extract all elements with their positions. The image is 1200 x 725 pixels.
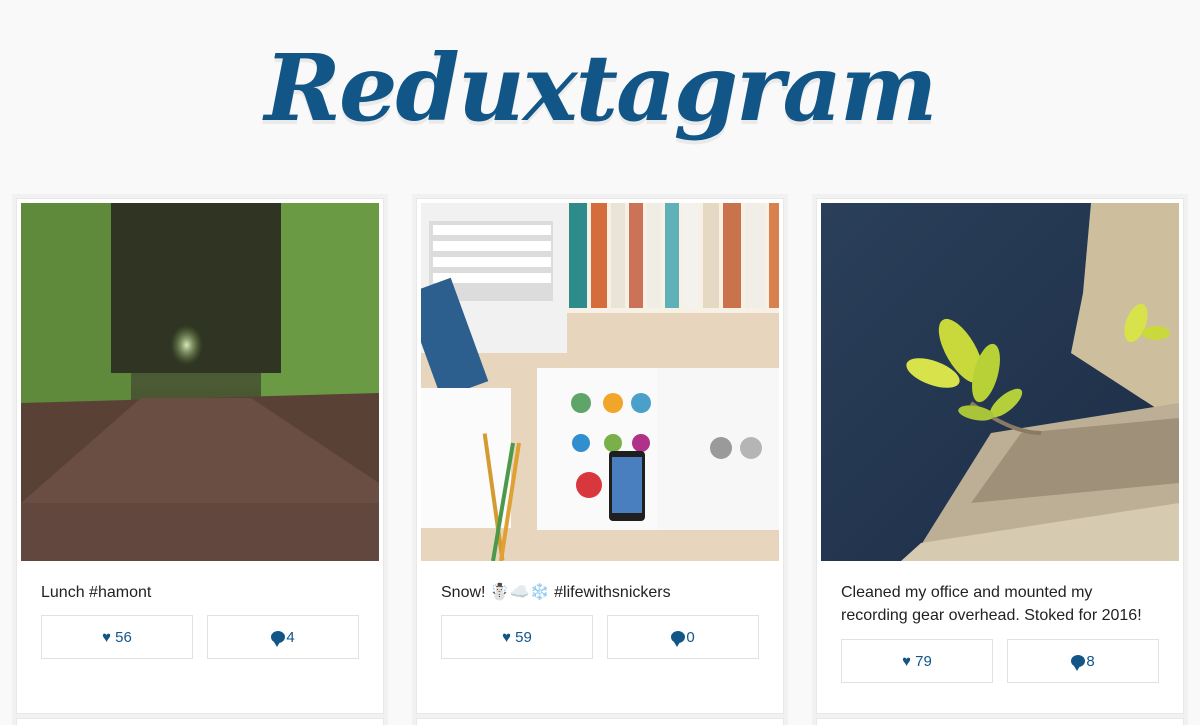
post-caption: Cleaned my office and mounted my recordi…	[841, 584, 1142, 624]
comments-button[interactable]: 0	[607, 615, 759, 659]
desk-image	[421, 203, 779, 561]
photo-image-plant[interactable]	[821, 203, 1179, 561]
photo-card-partial	[816, 718, 1184, 725]
comments-button[interactable]: 4	[207, 615, 359, 659]
post-caption: Lunch #hamont	[41, 584, 152, 601]
comments-button[interactable]: 8	[1007, 639, 1159, 683]
photo-card: Cleaned my office and mounted my recordi…	[816, 198, 1184, 714]
comment-count: 0	[686, 628, 695, 646]
post-controls: ♥ 79 8	[841, 639, 1159, 683]
photo-card-partial	[416, 718, 784, 725]
comment-count: 4	[286, 628, 295, 646]
like-count: ♥ 79	[902, 652, 932, 670]
plant-image	[821, 203, 1179, 561]
speech-bubble-icon	[1071, 655, 1086, 671]
like-button[interactable]: ♥ 59	[441, 615, 593, 659]
photo-card: Lunch #hamont ♥ 56 4	[16, 198, 384, 714]
photo-grid: Lunch #hamont ♥ 56 4 Snow! ☃️☁️❄️ #lifew…	[16, 198, 1186, 725]
post-controls: ♥ 56 4	[41, 615, 359, 659]
forest-path-image	[21, 203, 379, 561]
like-count: ♥ 56	[102, 628, 132, 646]
photo-image-desk[interactable]	[421, 203, 779, 561]
like-count: ♥ 59	[502, 628, 532, 646]
photo-image-forest-path[interactable]	[21, 203, 379, 561]
app-logo[interactable]: Reduxtagram	[0, 18, 1200, 158]
photo-card-partial	[16, 718, 384, 725]
like-button[interactable]: ♥ 79	[841, 639, 993, 683]
speech-bubble-icon	[271, 631, 286, 647]
speech-bubble-icon	[671, 631, 686, 647]
like-button[interactable]: ♥ 56	[41, 615, 193, 659]
photo-card: Snow! ☃️☁️❄️ #lifewithsnickers ♥ 59 0	[416, 198, 784, 714]
comment-count: 8	[1086, 652, 1095, 670]
post-caption: Snow! ☃️☁️❄️ #lifewithsnickers	[441, 584, 671, 601]
post-controls: ♥ 59 0	[441, 615, 759, 659]
